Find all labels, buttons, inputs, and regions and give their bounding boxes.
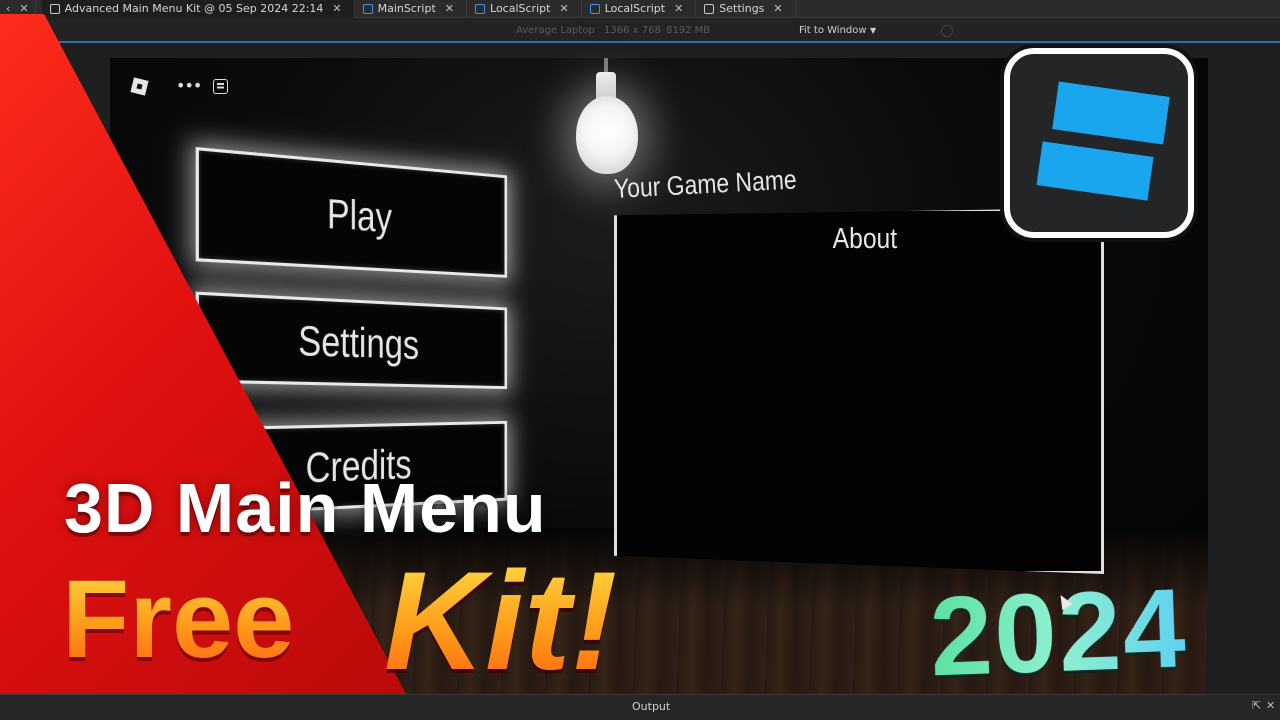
viewport-toolbar: Average Laptop 1366 x 768 8192 MB Fit to… bbox=[44, 19, 1280, 43]
close-icon[interactable]: ✕ bbox=[674, 2, 683, 15]
close-icon[interactable]: ✕ bbox=[1266, 699, 1275, 712]
tab-settings[interactable]: Settings ✕ bbox=[696, 0, 796, 18]
year-text: 2024 bbox=[927, 565, 1190, 700]
chevron-left-icon[interactable]: ‹ bbox=[6, 2, 10, 15]
resolution-label: 1366 x 768 bbox=[604, 24, 661, 36]
close-icon[interactable]: ✕ bbox=[445, 2, 454, 15]
studio-tab-bar: ‹ ✕ Advanced Main Menu Kit @ 05 Sep 2024… bbox=[0, 0, 1280, 18]
tab-mainscript[interactable]: MainScript ✕ bbox=[355, 0, 468, 18]
about-panel: About bbox=[614, 208, 1104, 574]
close-icon[interactable]: ✕ bbox=[332, 2, 341, 15]
tab-label: Advanced Main Menu Kit @ 05 Sep 2024 22:… bbox=[64, 2, 324, 15]
output-label[interactable]: Output bbox=[632, 700, 670, 713]
tab-localscript-2[interactable]: LocalScript ✕ bbox=[582, 0, 697, 18]
headline-text: 3D Main Menu bbox=[64, 469, 547, 547]
studio-logo-block-bottom bbox=[1036, 141, 1154, 201]
device-selector[interactable]: Average Laptop bbox=[516, 25, 595, 36]
about-title-text: About bbox=[832, 223, 898, 255]
tab-localscript-1[interactable]: LocalScript ✕ bbox=[467, 0, 582, 18]
memory-label: 8192 MB bbox=[666, 24, 711, 36]
tab-label: MainScript bbox=[377, 2, 436, 15]
tab-label: LocalScript bbox=[604, 2, 666, 15]
tab-place[interactable]: Advanced Main Menu Kit @ 05 Sep 2024 22:… bbox=[41, 0, 355, 18]
light-bulb-icon bbox=[576, 96, 638, 174]
kit-text: Kit! bbox=[384, 540, 617, 702]
close-icon[interactable]: ✕ bbox=[19, 2, 28, 15]
more-options-icon[interactable]: ••• bbox=[176, 76, 202, 95]
undock-icon[interactable]: ⇱ bbox=[1252, 699, 1261, 712]
chat-icon[interactable] bbox=[213, 79, 228, 94]
settings-label: Settings bbox=[298, 316, 420, 368]
script-icon bbox=[362, 3, 373, 14]
studio-logo-block-top bbox=[1052, 81, 1170, 145]
script-icon bbox=[589, 3, 600, 14]
settings-button[interactable]: Settings bbox=[195, 291, 508, 390]
play-label: Play bbox=[327, 189, 393, 242]
place-file-icon bbox=[49, 3, 60, 14]
free-text: Free bbox=[62, 558, 295, 681]
output-panel-bar: Output ⇱ ✕ bbox=[0, 694, 1280, 720]
fit-to-window-dropdown[interactable]: Fit to Window bbox=[799, 25, 867, 36]
roblox-studio-logo bbox=[1004, 48, 1194, 238]
rotate-icon[interactable] bbox=[941, 25, 953, 37]
tab-label: Settings bbox=[719, 2, 765, 15]
close-icon[interactable]: ✕ bbox=[773, 2, 782, 15]
document-icon bbox=[704, 3, 715, 14]
chevron-down-icon[interactable]: ▼ bbox=[870, 26, 876, 35]
tab-label: LocalScript bbox=[490, 2, 551, 15]
script-icon bbox=[475, 3, 486, 14]
close-icon[interactable]: ✕ bbox=[559, 2, 568, 15]
